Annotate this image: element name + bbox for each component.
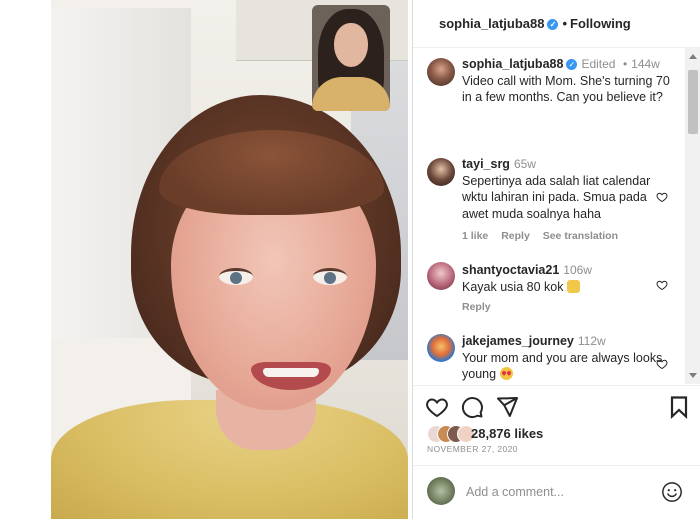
clapping-hands-emoji-icon (566, 279, 580, 293)
emoji-picker-icon[interactable] (661, 481, 683, 503)
heart-icon[interactable] (656, 358, 668, 370)
edited-label: Edited (581, 57, 616, 71)
avatar (427, 477, 455, 505)
comment-text: Sepertinya ada salah liat calendar wktu … (462, 173, 651, 221)
scroll-up-arrow-icon[interactable] (689, 54, 697, 59)
save-bookmark-icon[interactable] (667, 395, 691, 419)
avatar[interactable] (427, 262, 455, 290)
header-username[interactable]: sophia_latjuba88 (439, 16, 544, 31)
comment-time[interactable]: 65w (514, 157, 536, 171)
comments-scrollbar[interactable] (685, 48, 700, 384)
video-call-self-view (312, 5, 390, 111)
following-button[interactable]: Following (570, 16, 631, 31)
comment-username[interactable]: jakejames_journey (462, 334, 574, 348)
share-send-icon[interactable] (495, 395, 519, 419)
add-comment-input[interactable]: Add a comment... (466, 485, 564, 499)
comment-meta: Reply (462, 301, 501, 313)
reply-button[interactable]: Reply (462, 301, 491, 313)
avatar[interactable] (427, 58, 455, 86)
separator-dot: • (562, 16, 568, 31)
like-heart-icon[interactable] (425, 395, 449, 419)
comment-username[interactable]: shantyoctavia21 (462, 263, 559, 277)
comment-item: shantyoctavia21 106w Kayak usia 80 kok (462, 262, 674, 295)
left-eye (219, 268, 253, 285)
comment-text: Your mom and you are always looks young (462, 350, 663, 382)
reply-button[interactable]: Reply (501, 230, 530, 242)
comment-meta: 1 like Reply See translation (462, 230, 628, 242)
caption-text: Video call with Mom. She's turning 70 in… (462, 73, 670, 105)
caption-username[interactable]: sophia_latjuba88 (462, 57, 563, 71)
see-translation-button[interactable]: See translation (543, 230, 618, 242)
verified-badge-icon: ✓ (547, 19, 559, 30)
comment-time[interactable]: 106w (563, 263, 592, 277)
scroll-down-arrow-icon[interactable] (689, 373, 697, 378)
comment-item: tayi_srg 65w Sepertinya ada salah liat ca… (462, 156, 674, 222)
post-header: sophia_latjuba88 ✓ • Following (413, 0, 700, 48)
post-details-panel: sophia_latjuba88 ✓ • Following sophia_latju… (412, 0, 700, 519)
add-comment-row: Add a comment... (413, 465, 700, 520)
separator-dot: • (622, 57, 628, 71)
post-actions: 28,876 likes (413, 385, 700, 476)
right-eye (313, 268, 347, 285)
comments-list[interactable]: sophia_latjuba88 ✓ Edited • 144w Video call… (413, 48, 685, 384)
comment-time[interactable]: 112w (578, 334, 606, 348)
avatar[interactable] (427, 158, 455, 186)
comment-item: jakejames_journey 112w Your mom and you a… (462, 333, 674, 383)
post-date: NOVEMBER 27, 2020 (427, 444, 518, 454)
comment-bubble-icon[interactable] (460, 395, 484, 419)
comment-likes[interactable]: 1 like (462, 230, 488, 242)
verified-badge-icon: ✓ (566, 59, 578, 70)
heart-icon[interactable] (656, 279, 668, 291)
post-media[interactable] (51, 0, 408, 519)
comment-username[interactable]: tayi_srg (462, 157, 510, 171)
likes-count[interactable]: 28,876 likes (471, 426, 543, 441)
smiling-face-with-hearts-emoji-icon (499, 367, 513, 380)
caption-time[interactable]: 144w (631, 57, 660, 71)
scrollbar-thumb[interactable] (688, 70, 698, 134)
heart-icon[interactable] (656, 191, 668, 203)
avatar[interactable] (427, 334, 455, 362)
caption: sophia_latjuba88 ✓ Edited • 144w Video call… (462, 56, 674, 106)
comment-text: Kayak usia 80 kok (462, 279, 564, 294)
